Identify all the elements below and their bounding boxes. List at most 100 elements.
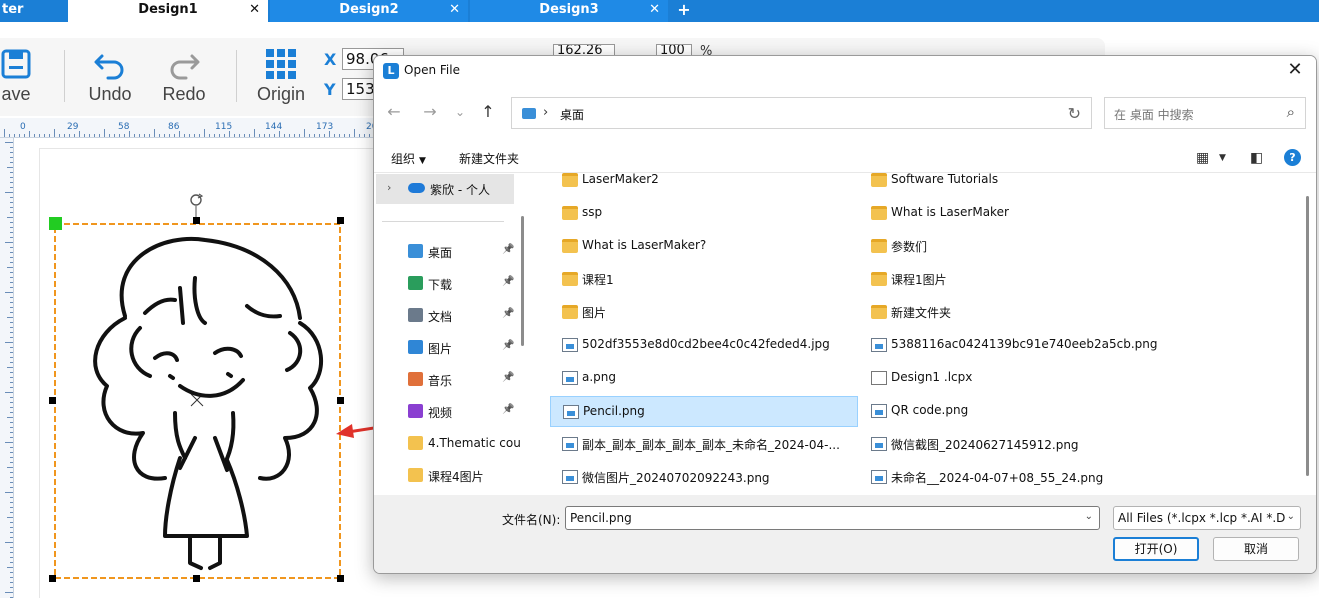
ruler-tick <box>10 187 13 188</box>
pin-icon[interactable]: 📌 <box>502 276 514 287</box>
close-icon[interactable]: ✕ <box>249 0 260 20</box>
chevron-down-icon[interactable]: ⌄ <box>1085 511 1093 522</box>
design-canvas[interactable] <box>15 138 385 598</box>
sidebar-item-onedrive[interactable]: › 紫欣 - 个人 <box>376 174 514 204</box>
tab-design3[interactable]: Design3 ✕ <box>470 0 668 22</box>
save-button[interactable]: ave <box>0 48 44 105</box>
file-item[interactable]: LaserMaker2 <box>550 173 858 196</box>
filename-input[interactable]: Pencil.png ⌄ <box>565 506 1100 530</box>
file-item[interactable]: 课程1图片 <box>859 264 1167 295</box>
ruler-tick <box>10 372 13 373</box>
ruler-tick <box>364 134 365 137</box>
pin-icon[interactable]: 📌 <box>502 308 514 319</box>
sidebar-item[interactable]: 桌面 📌 <box>374 235 520 267</box>
image-file-icon <box>871 470 887 484</box>
close-icon[interactable]: ✕ <box>649 0 660 20</box>
chevron-down-icon[interactable]: ⌄ <box>1284 511 1295 522</box>
sidebar-item[interactable]: 图片 📌 <box>374 331 520 363</box>
search-box[interactable]: 在 桌面 中搜索 ⌕ <box>1104 97 1306 129</box>
ruler-tick <box>10 397 13 398</box>
file-item[interactable]: 微信图片_20240702092243.png <box>550 462 858 493</box>
chevron-right-icon[interactable]: › <box>387 181 391 194</box>
open-button[interactable]: 打开(O) <box>1113 537 1199 561</box>
file-item[interactable]: QR code.png <box>859 396 1167 427</box>
up-arrow-icon[interactable]: ↑ <box>478 102 498 122</box>
sidebar-item[interactable]: 音乐 📌 <box>374 363 520 395</box>
preview-pane-icon[interactable]: ◧ <box>1250 150 1263 166</box>
new-tab-button[interactable]: + <box>673 0 695 22</box>
sidebar-item[interactable]: 下载 📌 <box>374 267 520 299</box>
chevron-right-icon[interactable]: › <box>543 105 548 120</box>
file-item[interactable]: 参数们 <box>859 231 1167 262</box>
origin-button[interactable]: Origin <box>250 48 312 105</box>
forward-arrow-icon[interactable]: → <box>420 102 440 122</box>
rotate-icon[interactable] <box>190 193 204 206</box>
sidebar-item[interactable]: 文档 📌 <box>374 299 520 331</box>
file-item[interactable]: 502df3553e8d0cd2bee4c0c42feded4.jpg <box>550 330 858 361</box>
address-bar[interactable]: › 桌面 ↻ <box>511 97 1092 129</box>
y-label: Y <box>324 80 336 99</box>
file-item[interactable]: 副本_副本_副本_副本_副本_未命名_2024-04-... <box>550 429 858 460</box>
back-arrow-icon[interactable]: ← <box>384 102 404 122</box>
ruler-tick <box>189 134 190 137</box>
new-folder-button[interactable]: 新建文件夹 <box>459 150 519 167</box>
pin-icon[interactable]: 📌 <box>502 340 514 351</box>
ruler-tick <box>5 342 13 343</box>
ruler-tick <box>234 134 235 137</box>
file-item[interactable]: Software Tutorials <box>859 173 1167 196</box>
undo-button[interactable]: Undo <box>80 48 140 105</box>
file-item[interactable]: 5388116ac0424139bc91e740eeb2a5cb.png <box>859 330 1167 361</box>
recent-dropdown-icon[interactable]: ⌄ <box>450 102 470 122</box>
sidebar-item[interactable]: 4.Thematic cou <box>374 427 520 459</box>
file-list-scrollbar[interactable] <box>1306 196 1309 476</box>
tab-design2[interactable]: Design2 ✕ <box>270 0 468 22</box>
redo-button[interactable]: Redo <box>154 48 214 105</box>
sidebar-item[interactable]: 课程4图片 <box>374 459 520 491</box>
file-item[interactable]: 图片 <box>550 297 858 328</box>
file-item[interactable]: 未命名__2024-04-07+08_55_24.png <box>859 462 1167 493</box>
file-item[interactable]: 微信截图_20240627145912.png <box>859 429 1167 460</box>
file-item[interactable]: What is LaserMaker? <box>550 231 858 262</box>
file-item[interactable]: a.png <box>550 363 858 394</box>
image-file-icon <box>871 437 887 451</box>
ruler-tick <box>10 497 13 498</box>
ruler-tick <box>214 134 215 137</box>
file-item[interactable]: Pencil.png <box>550 396 858 427</box>
address-path[interactable]: 桌面 <box>560 106 584 123</box>
folder-icon <box>562 173 578 187</box>
sidebar-item-label: 下载 <box>428 278 453 292</box>
ruler-tick-label: 58 <box>118 122 130 132</box>
dialog-title-bar: L Open File ✕ <box>374 56 1316 86</box>
file-item[interactable]: What is LaserMaker <box>859 198 1167 229</box>
folder-icon <box>562 305 578 319</box>
refresh-icon[interactable]: ↻ <box>1068 104 1081 123</box>
file-item[interactable]: ssp <box>550 198 858 229</box>
tab-label: Design2 <box>339 2 399 17</box>
file-item[interactable]: Design1 .lcpx <box>859 363 1167 394</box>
help-icon[interactable]: ? <box>1284 149 1301 166</box>
file-type-select[interactable]: All Files (*.lcpx *.lcp *.AI *.DX ⌄ <box>1113 506 1301 530</box>
toolbar-divider <box>236 50 237 102</box>
close-icon[interactable]: ✕ <box>449 0 460 20</box>
view-options-icon[interactable]: ▦ <box>1196 150 1209 166</box>
file-item[interactable]: 课程1 <box>550 264 858 295</box>
file-item[interactable]: 新建文件夹 <box>859 297 1167 328</box>
pin-icon[interactable]: 📌 <box>502 404 514 415</box>
pencil-drawing-object[interactable] <box>15 138 385 598</box>
sidebar-item-icon <box>408 308 423 322</box>
sidebar-item[interactable]: 视频 📌 <box>374 395 520 427</box>
ruler-tick <box>10 587 13 588</box>
pin-icon[interactable]: 📌 <box>502 244 514 255</box>
organize-label: 组织 <box>391 152 416 166</box>
close-button[interactable]: ✕ <box>1284 60 1306 82</box>
cancel-button[interactable]: 取消 <box>1213 537 1299 561</box>
organize-menu[interactable]: 组织 ▼ <box>391 150 426 167</box>
sidebar-scrollbar[interactable] <box>521 216 524 346</box>
chevron-down-icon[interactable]: ▼ <box>1219 153 1226 163</box>
file-name: Software Tutorials <box>891 173 999 186</box>
pin-icon[interactable]: 📌 <box>502 372 514 383</box>
tab-design1[interactable]: Design1 ✕ <box>68 0 268 22</box>
cloud-icon <box>408 183 425 193</box>
ruler-tick <box>269 134 270 137</box>
search-icon[interactable]: ⌕ <box>1287 103 1295 121</box>
